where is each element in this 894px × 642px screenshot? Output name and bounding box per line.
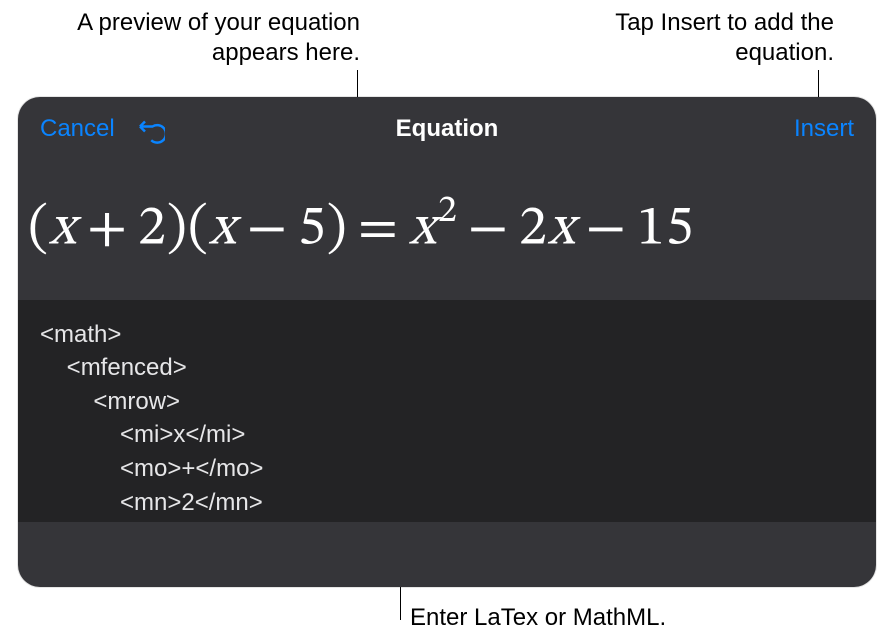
operator-minus: −: [576, 202, 637, 258]
paren: ): [167, 202, 188, 258]
code-line: <mo>+</mo>: [40, 455, 263, 482]
equation-preview: (x+2)(x−5)=x2−2x−15: [28, 191, 694, 265]
callout-input: Enter LaTex or MathML.: [410, 604, 710, 632]
code-line: <mn>2</mn>: [40, 489, 263, 516]
code-line: <math>: [40, 321, 121, 348]
variable-x: x: [49, 202, 77, 258]
insert-button[interactable]: Insert: [794, 115, 854, 143]
cancel-button[interactable]: Cancel: [40, 115, 115, 143]
code-line: <mi>x</mi>: [40, 421, 245, 448]
variable-x: x: [548, 202, 576, 258]
number: 5: [298, 202, 327, 258]
panel-header: Cancel Equation Insert: [18, 97, 876, 161]
variable-x: x: [409, 202, 437, 258]
header-left: Cancel: [40, 114, 165, 144]
number: 15: [637, 202, 694, 258]
undo-icon[interactable]: [135, 114, 165, 144]
equation-code-input[interactable]: <math> <mfenced> <mrow> <mi>x</mi> <mo>+…: [18, 300, 876, 522]
equation-preview-area: (x+2)(x−5)=x2−2x−15: [18, 161, 876, 300]
callout-preview: A preview of your equation appears here.: [60, 8, 360, 68]
operator-minus: −: [237, 202, 298, 258]
operator-plus: +: [77, 202, 138, 258]
equation-editor-panel: Cancel Equation Insert (x+2)(x−5)=x2−2x−…: [18, 97, 876, 587]
paren: (: [188, 202, 209, 258]
number: 2: [138, 202, 167, 258]
number: 2: [519, 202, 548, 258]
dialog-title: Equation: [396, 115, 499, 143]
paren: ): [327, 202, 348, 258]
paren: (: [28, 202, 49, 258]
code-line: <mfenced>: [40, 354, 187, 381]
operator-minus: −: [458, 202, 519, 258]
exponent: 2: [438, 193, 458, 231]
callout-insert: Tap Insert to add the equation.: [574, 8, 834, 68]
code-text: <math> <mfenced> <mrow> <mi>x</mi> <mo>+…: [40, 318, 854, 520]
variable-x: x: [209, 202, 237, 258]
code-line: <mrow>: [40, 388, 180, 415]
operator-equals: =: [348, 202, 409, 258]
